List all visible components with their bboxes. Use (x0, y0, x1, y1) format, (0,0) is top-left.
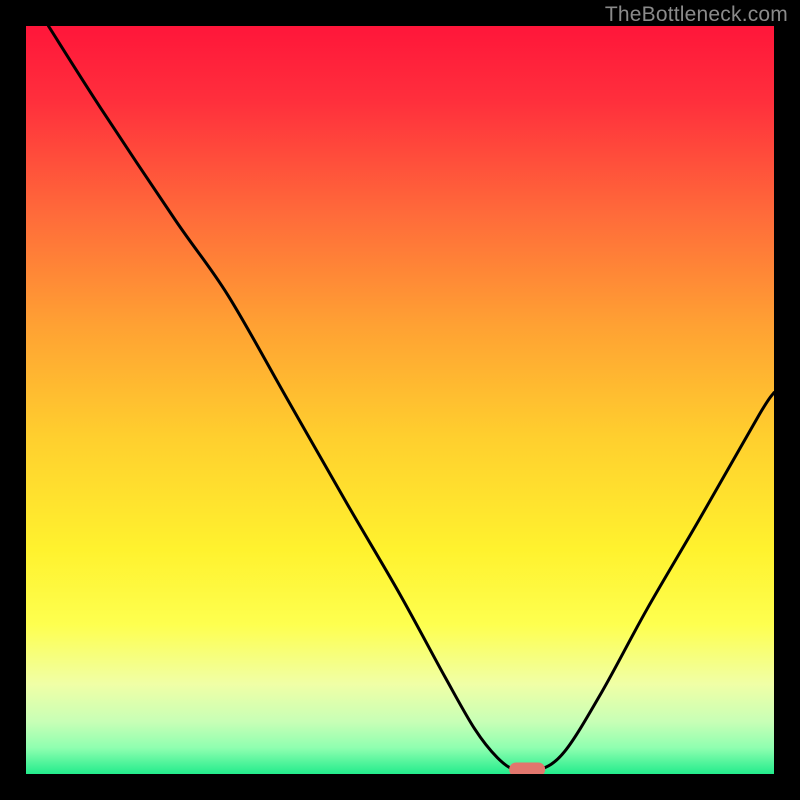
optimal-marker (26, 26, 774, 774)
plot-area (26, 26, 774, 774)
chart-frame: TheBottleneck.com (0, 0, 800, 800)
watermark-text: TheBottleneck.com (605, 3, 788, 27)
